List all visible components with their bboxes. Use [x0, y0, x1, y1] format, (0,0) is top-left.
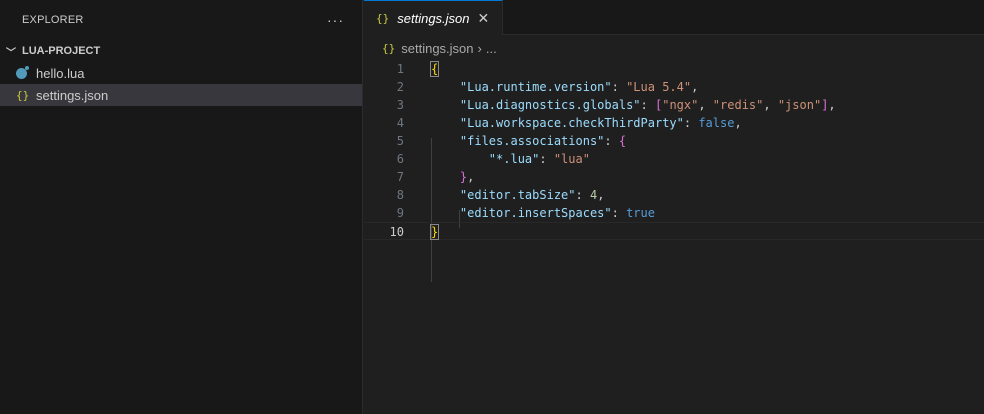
- code-editor[interactable]: 1{2 "Lua.runtime.version": "Lua 5.4", 3 "…: [364, 60, 984, 282]
- json-braces-icon: {}: [16, 88, 30, 102]
- code-token: "Lua 5.4": [626, 80, 692, 94]
- file-label: hello.lua: [36, 65, 85, 81]
- line-number: 4: [396, 116, 404, 130]
- code-token: :: [575, 188, 590, 202]
- line-text: },: [431, 168, 474, 186]
- code-token: "ngx": [662, 98, 699, 112]
- code-token: ,: [698, 98, 713, 112]
- code-token: }: [429, 224, 440, 240]
- code-line[interactable]: 1{: [364, 60, 984, 78]
- tab-bar: {} settings.json ✕: [364, 0, 984, 35]
- code-token: ,: [597, 188, 605, 202]
- code-line[interactable]: 2 "Lua.runtime.version": "Lua 5.4",: [364, 78, 984, 96]
- editor-area: {} settings.json ✕ {} settings.json › ..…: [364, 0, 984, 414]
- explorer-title: EXPLORER: [22, 14, 84, 26]
- code-token: "json": [777, 98, 822, 112]
- code-token: "lua": [553, 152, 590, 166]
- folder-label: LUA-PROJECT: [22, 45, 101, 57]
- code-token: "redis": [712, 98, 764, 112]
- code-token: {: [618, 134, 627, 148]
- code-token: :: [640, 98, 655, 112]
- line-number: 8: [396, 188, 404, 202]
- line-text: "Lua.workspace.checkThirdParty": false,: [431, 114, 742, 132]
- code-token: :: [604, 134, 619, 148]
- line-text: "Lua.diagnostics.globals": ["ngx", "redi…: [431, 96, 836, 114]
- code-token: :: [611, 206, 627, 220]
- explorer-header: EXPLORER ···: [0, 0, 362, 40]
- line-number: 3: [396, 98, 404, 112]
- code-line[interactable]: 4 "Lua.workspace.checkThirdParty": false…: [364, 114, 984, 132]
- line-number: 5: [396, 134, 404, 148]
- line-text: "*.lua": "lua": [431, 150, 590, 168]
- code-token: :: [683, 116, 699, 130]
- code-token: {: [429, 61, 440, 77]
- json-braces-icon: {}: [382, 41, 396, 55]
- code-token: "files.associations": [459, 134, 605, 148]
- code-token: false: [698, 116, 735, 130]
- code-token: ,: [691, 80, 699, 94]
- code-line[interactable]: 3 "Lua.diagnostics.globals": ["ngx", "re…: [364, 96, 984, 114]
- line-text: "files.associations": {: [431, 132, 626, 150]
- code-token: ,: [828, 98, 836, 112]
- breadcrumb-more[interactable]: ...: [486, 41, 497, 56]
- line-number: 2: [396, 80, 404, 94]
- line-number: 10: [389, 225, 404, 239]
- line-text: "editor.insertSpaces": true: [431, 204, 655, 222]
- tab-settings-json[interactable]: {} settings.json ✕: [364, 0, 503, 35]
- breadcrumb-file[interactable]: settings.json: [401, 41, 473, 56]
- file-settings-json[interactable]: {} settings.json: [0, 84, 362, 106]
- tab-label: settings.json: [397, 10, 470, 26]
- code-line[interactable]: 9 "editor.insertSpaces": true: [364, 204, 984, 222]
- code-token: "editor.insertSpaces": [459, 206, 612, 220]
- breadcrumb: {} settings.json › ...: [364, 35, 984, 61]
- close-icon[interactable]: ✕: [478, 10, 490, 27]
- code-line[interactable]: 7 },: [364, 168, 984, 186]
- file-hello-lua[interactable]: hello.lua: [0, 62, 362, 84]
- folder-lua-project[interactable]: ﹀ LUA-PROJECT: [0, 40, 362, 62]
- line-number: 9: [396, 206, 404, 220]
- lua-icon: [16, 65, 29, 79]
- code-token: "Lua.workspace.checkThirdParty": [459, 116, 684, 130]
- code-line[interactable]: 8 "editor.tabSize": 4,: [364, 186, 984, 204]
- chevron-right-icon: ›: [477, 40, 482, 56]
- line-number: 7: [396, 170, 404, 184]
- code-token: :: [539, 152, 554, 166]
- file-label: settings.json: [36, 87, 109, 103]
- code-token: ,: [734, 116, 742, 130]
- code-token: "Lua.runtime.version": [459, 80, 612, 94]
- code-token: :: [611, 80, 627, 94]
- explorer-sidebar: EXPLORER ··· ﹀ LUA-PROJECT hello.lua {} …: [0, 0, 363, 414]
- code-line[interactable]: 5 "files.associations": {: [364, 132, 984, 150]
- line-text: {: [429, 60, 440, 78]
- line-number: 1: [396, 62, 404, 76]
- chevron-down-icon: ﹀: [6, 47, 16, 59]
- line-text: "Lua.runtime.version": "Lua 5.4",: [431, 78, 698, 96]
- code-token: true: [626, 206, 655, 220]
- line-number: 6: [396, 152, 404, 166]
- json-braces-icon: {}: [376, 11, 390, 25]
- more-actions-button[interactable]: ···: [327, 12, 344, 28]
- code-line[interactable]: 10}: [364, 222, 984, 240]
- line-text: }: [429, 223, 440, 241]
- code-token: "Lua.diagnostics.globals": [459, 98, 641, 112]
- code-token: ,: [467, 170, 475, 184]
- code-token: ,: [763, 98, 778, 112]
- code-token: "*.lua": [488, 152, 540, 166]
- line-text: "editor.tabSize": 4,: [431, 186, 605, 204]
- code-line[interactable]: 6 "*.lua": "lua": [364, 150, 984, 168]
- code-token: "editor.tabSize": [459, 188, 576, 202]
